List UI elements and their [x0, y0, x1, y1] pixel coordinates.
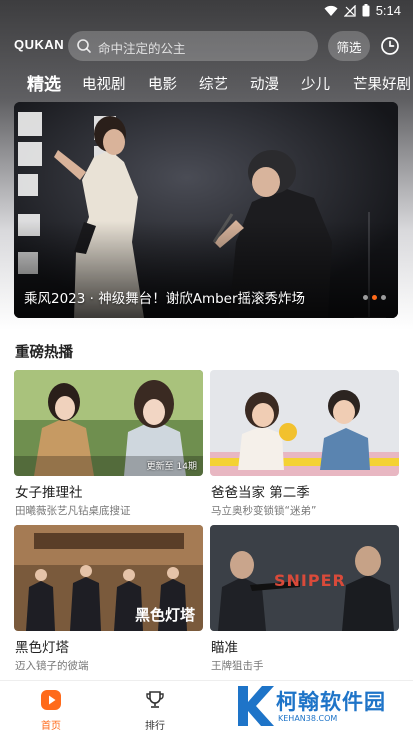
- search-icon: [77, 39, 91, 53]
- wifi-icon: [324, 5, 338, 16]
- banner-stage-image: [14, 102, 398, 318]
- tab-kids[interactable]: 少儿: [301, 73, 330, 94]
- tab-movies[interactable]: 电影: [148, 73, 177, 94]
- card-thumbnail: 更新至 14期: [14, 370, 203, 476]
- card-subtitle: 田曦薇张艺凡钻桌底搜证: [15, 505, 131, 517]
- card-subtitle: 王牌狙击手: [211, 660, 264, 672]
- nav-home[interactable]: 首页: [21, 689, 81, 732]
- carousel-dot: [363, 295, 368, 300]
- carousel-dots: [363, 295, 386, 300]
- carousel-dot: [381, 295, 386, 300]
- card-title: 瞄准: [211, 640, 238, 656]
- search-bar[interactable]: 命中注定的公主: [68, 31, 318, 61]
- card-thumbnail: [210, 370, 399, 476]
- header: QUKAN 命中注定的公主 筛选: [0, 30, 413, 62]
- card-subtitle: 马立奥秒变锁锁“迷弟”: [211, 505, 317, 517]
- update-badge: 更新至 14期: [146, 462, 197, 472]
- app-logo: QUKAN: [14, 37, 65, 52]
- watermark: 柯翰软件园 KEHAN38.COM: [232, 682, 413, 732]
- watermark-text: 柯翰软件园: [276, 690, 386, 714]
- card-thumbnail: 黑色灯塔: [14, 525, 203, 631]
- card-subtitle: 迈入镜子的彼端: [15, 660, 89, 672]
- card-image: [210, 370, 399, 476]
- nav-ranking[interactable]: 排行: [125, 689, 185, 732]
- show-card[interactable]: 更新至 14期 女子推理社 田曦薇张艺凡钻桌底搜证: [14, 370, 203, 520]
- home-play-icon: [41, 690, 61, 710]
- card-title: 黑色灯塔: [15, 640, 69, 656]
- tab-featured[interactable]: 精选: [27, 70, 61, 95]
- watermark-logo: [238, 686, 274, 726]
- section-title: 重磅热播: [15, 345, 73, 361]
- search-placeholder: 命中注定的公主: [98, 41, 186, 56]
- tab-variety[interactable]: 综艺: [199, 73, 228, 94]
- card-title: 女子推理社: [15, 485, 83, 501]
- watermark-url: KEHAN38.COM: [278, 714, 338, 723]
- category-tabs: 精选 电视剧 电影 综艺 动漫 少儿 芒果好剧: [0, 68, 413, 98]
- tab-anime[interactable]: 动漫: [250, 73, 279, 94]
- battery-icon: [362, 4, 370, 17]
- signal-icon: [343, 4, 356, 17]
- nav-home-label: 首页: [41, 721, 61, 732]
- poster-title-text: 黑色灯塔: [134, 606, 195, 624]
- card-thumbnail: SNIPER: [210, 525, 399, 631]
- card-title: 爸爸当家 第二季: [211, 485, 310, 501]
- tab-tv-series[interactable]: 电视剧: [82, 73, 126, 94]
- carousel-dot-active: [372, 295, 377, 300]
- show-card[interactable]: SNIPER 瞄准 王牌狙击手: [210, 525, 399, 675]
- featured-banner[interactable]: 乘风2023 · 神级舞台！谢欣Amber摇滚秀炸场: [14, 102, 398, 318]
- filter-button[interactable]: 筛选: [328, 31, 370, 61]
- tab-mango-dramas[interactable]: 芒果好剧: [353, 73, 411, 94]
- nav-ranking-label: 排行: [145, 721, 165, 732]
- clock-time: 5:14: [375, 3, 401, 18]
- status-bar: 5:14: [0, 0, 413, 24]
- history-clock-icon[interactable]: [380, 36, 400, 56]
- show-card[interactable]: 爸爸当家 第二季 马立奥秒变锁锁“迷弟”: [210, 370, 399, 520]
- banner-caption: 乘风2023 · 神级舞台！谢欣Amber摇滚秀炸场: [24, 291, 306, 307]
- trophy-icon: [146, 691, 164, 708]
- poster-title-text: SNIPER: [274, 571, 346, 590]
- show-card[interactable]: 黑色灯塔 黑色灯塔 迈入镜子的彼端: [14, 525, 203, 675]
